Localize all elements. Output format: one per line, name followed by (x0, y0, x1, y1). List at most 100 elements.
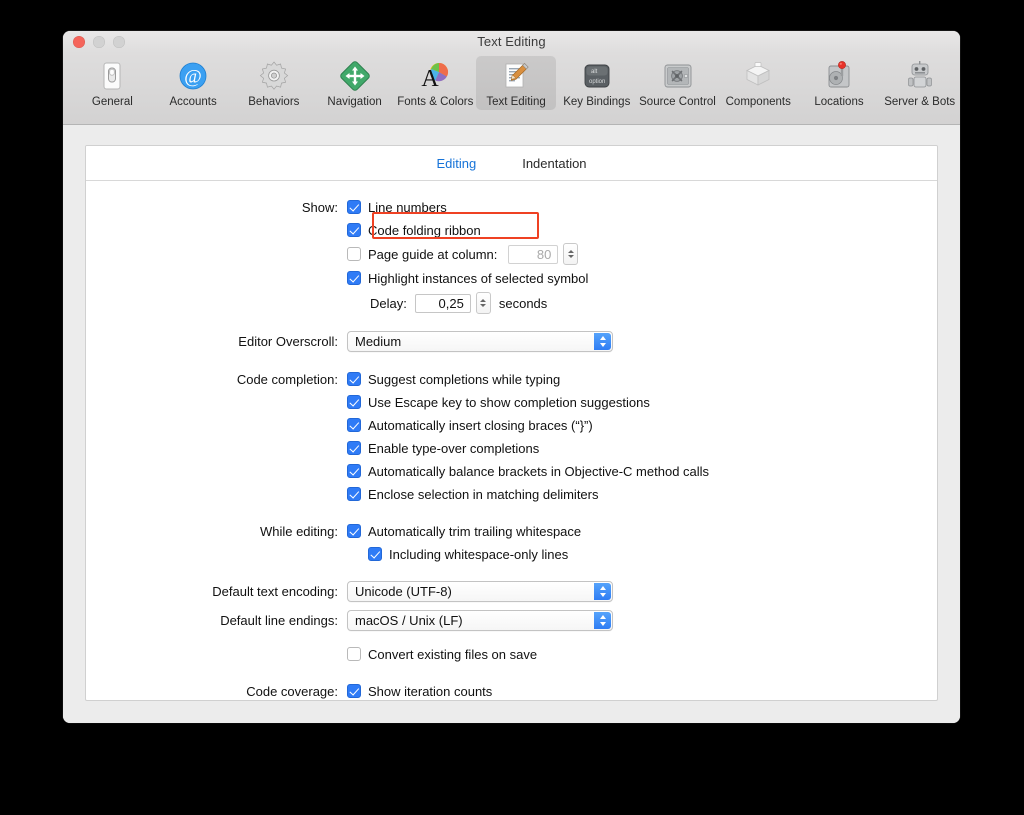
svg-text:alt: alt (591, 69, 598, 75)
checkbox-trim-whitespace[interactable] (347, 524, 361, 538)
page-guide-column-input[interactable]: 80 (508, 245, 558, 264)
toolbar-item-label: Accounts (169, 96, 216, 108)
toolbar-item-label: Locations (814, 96, 863, 108)
row-code-completion-1: Use Escape key to show completion sugges… (86, 392, 937, 412)
screen-background: Text Editing General @ Accounts (0, 0, 1024, 815)
tab-editing[interactable]: Editing (432, 154, 480, 173)
delay-label: Delay: (370, 296, 407, 311)
checkbox-convert-existing-files[interactable] (347, 647, 361, 661)
editor-overscroll-select[interactable]: Medium (347, 331, 613, 352)
settings-form: Show: Line numbers Code folding ribbon (86, 181, 937, 701)
accounts-icon: @ (176, 59, 210, 93)
checkbox-highlight-instances[interactable] (347, 271, 361, 285)
svg-text:@: @ (184, 67, 202, 88)
checkbox-page-guide[interactable] (347, 247, 361, 261)
row-code-coverage: Code coverage: Show iteration counts (86, 681, 937, 701)
default-line-endings-label: Default line endings: (86, 613, 347, 628)
components-icon (741, 59, 775, 93)
preferences-window: Text Editing General @ Accounts (63, 31, 960, 723)
default-line-endings-select[interactable]: macOS / Unix (LF) (347, 610, 613, 631)
label-page-guide: Page guide at column: (368, 247, 497, 262)
general-icon (95, 59, 129, 93)
source-control-icon (661, 59, 695, 93)
navigation-icon (338, 59, 372, 93)
toolbar-item-label: Key Bindings (563, 96, 630, 108)
label-code-completion-item: Automatically balance brackets in Object… (368, 464, 709, 479)
delay-stepper[interactable] (476, 292, 491, 314)
checkbox-code-folding-ribbon[interactable] (347, 223, 361, 237)
row-code-completion-0: Code completion: Suggest completions whi… (86, 369, 937, 389)
row-code-folding-ribbon: Code folding ribbon (86, 220, 937, 240)
window-titlebar: Text Editing (63, 31, 960, 53)
delay-input[interactable]: 0,25 (415, 294, 471, 313)
label-code-folding-ribbon: Code folding ribbon (368, 223, 481, 238)
toolbar-item-label: Source Control (639, 96, 716, 108)
tab-bar: Editing Indentation (86, 146, 937, 181)
show-label: Show: (86, 200, 347, 215)
checkbox-insert-closing-braces[interactable] (347, 418, 361, 432)
label-highlight-instances: Highlight instances of selected symbol (368, 271, 588, 286)
code-coverage-label: Code coverage: (86, 684, 347, 699)
row-convert-existing: Convert existing files on save (86, 644, 937, 664)
editor-overscroll-label: Editor Overscroll: (86, 334, 347, 349)
default-text-encoding-select[interactable]: Unicode (UTF-8) (347, 581, 613, 602)
toolbar-item-label: General (92, 96, 133, 108)
row-delay: Delay: 0,25 seconds (86, 292, 937, 314)
tab-indentation[interactable]: Indentation (518, 154, 590, 173)
server-bots-icon (903, 59, 937, 93)
row-including-whitespace-only: Including whitespace-only lines (86, 544, 937, 564)
checkbox-suggest-completions[interactable] (347, 372, 361, 386)
toolbar-item-locations[interactable]: Locations (799, 56, 880, 110)
toolbar-item-behaviors[interactable]: Behaviors (233, 56, 314, 110)
checkbox-balance-brackets[interactable] (347, 464, 361, 478)
row-highlight-instances: Highlight instances of selected symbol (86, 268, 937, 288)
checkbox-escape-key-completions[interactable] (347, 395, 361, 409)
checkbox-including-whitespace-only[interactable] (368, 547, 382, 561)
row-show-line-numbers: Show: Line numbers (86, 197, 937, 217)
row-default-line-endings: Default line endings: macOS / Unix (LF) (86, 610, 937, 631)
checkbox-line-numbers[interactable] (347, 200, 361, 214)
page-guide-stepper[interactable] (563, 243, 578, 265)
svg-text:option: option (589, 79, 605, 85)
default-line-endings-value: macOS / Unix (LF) (355, 613, 463, 628)
delay-units: seconds (499, 296, 547, 311)
row-code-completion-3: Enable type-over completions (86, 438, 937, 458)
toolbar-item-server-bots[interactable]: Server & Bots (879, 56, 960, 110)
label-line-numbers: Line numbers (368, 200, 447, 215)
row-code-completion-5: Enclose selection in matching delimiters (86, 484, 937, 504)
key-bindings-icon: alt option (580, 59, 614, 93)
toolbar-item-fonts-colors[interactable]: A Fonts & Colors (395, 56, 476, 110)
label-show-iteration-counts: Show iteration counts (368, 684, 492, 699)
behaviors-icon (257, 59, 291, 93)
checkbox-show-iteration-counts[interactable] (347, 684, 361, 698)
toolbar-item-text-editing[interactable]: Text Editing (476, 56, 557, 110)
toolbar-item-general[interactable]: General (72, 56, 153, 110)
toolbar-item-components[interactable]: Components (718, 56, 799, 110)
fonts-colors-icon: A (418, 59, 452, 93)
window-title: Text Editing (63, 34, 960, 49)
checkbox-enclose-selection[interactable] (347, 487, 361, 501)
while-editing-label: While editing: (86, 524, 347, 539)
checkbox-type-over-completions[interactable] (347, 441, 361, 455)
label-code-completion-item: Enable type-over completions (368, 441, 539, 456)
toolbar-item-label: Fonts & Colors (397, 96, 473, 108)
toolbar-item-source-control[interactable]: Source Control (637, 56, 718, 110)
toolbar-item-key-bindings[interactable]: alt option Key Bindings (556, 56, 637, 110)
toolbar-item-navigation[interactable]: Navigation (314, 56, 395, 110)
preferences-pane: Editing Indentation Show: Line numbers (63, 125, 960, 723)
content-panel: Editing Indentation Show: Line numbers (85, 145, 938, 701)
chevron-updown-icon (594, 583, 611, 600)
default-text-encoding-value: Unicode (UTF-8) (355, 584, 452, 599)
label-code-completion-item: Enclose selection in matching delimiters (368, 487, 599, 502)
toolbar-item-accounts[interactable]: @ Accounts (153, 56, 234, 110)
chevron-updown-icon (594, 612, 611, 629)
editor-overscroll-value: Medium (355, 334, 401, 349)
code-completion-label: Code completion: (86, 372, 347, 387)
label-code-completion-item: Use Escape key to show completion sugges… (368, 395, 650, 410)
label-code-completion-item: Suggest completions while typing (368, 372, 560, 387)
svg-text:A: A (422, 66, 440, 92)
locations-icon (822, 59, 856, 93)
row-code-completion-2: Automatically insert closing braces (“}”… (86, 415, 937, 435)
default-text-encoding-label: Default text encoding: (86, 584, 347, 599)
toolbar-item-label: Navigation (327, 96, 381, 108)
